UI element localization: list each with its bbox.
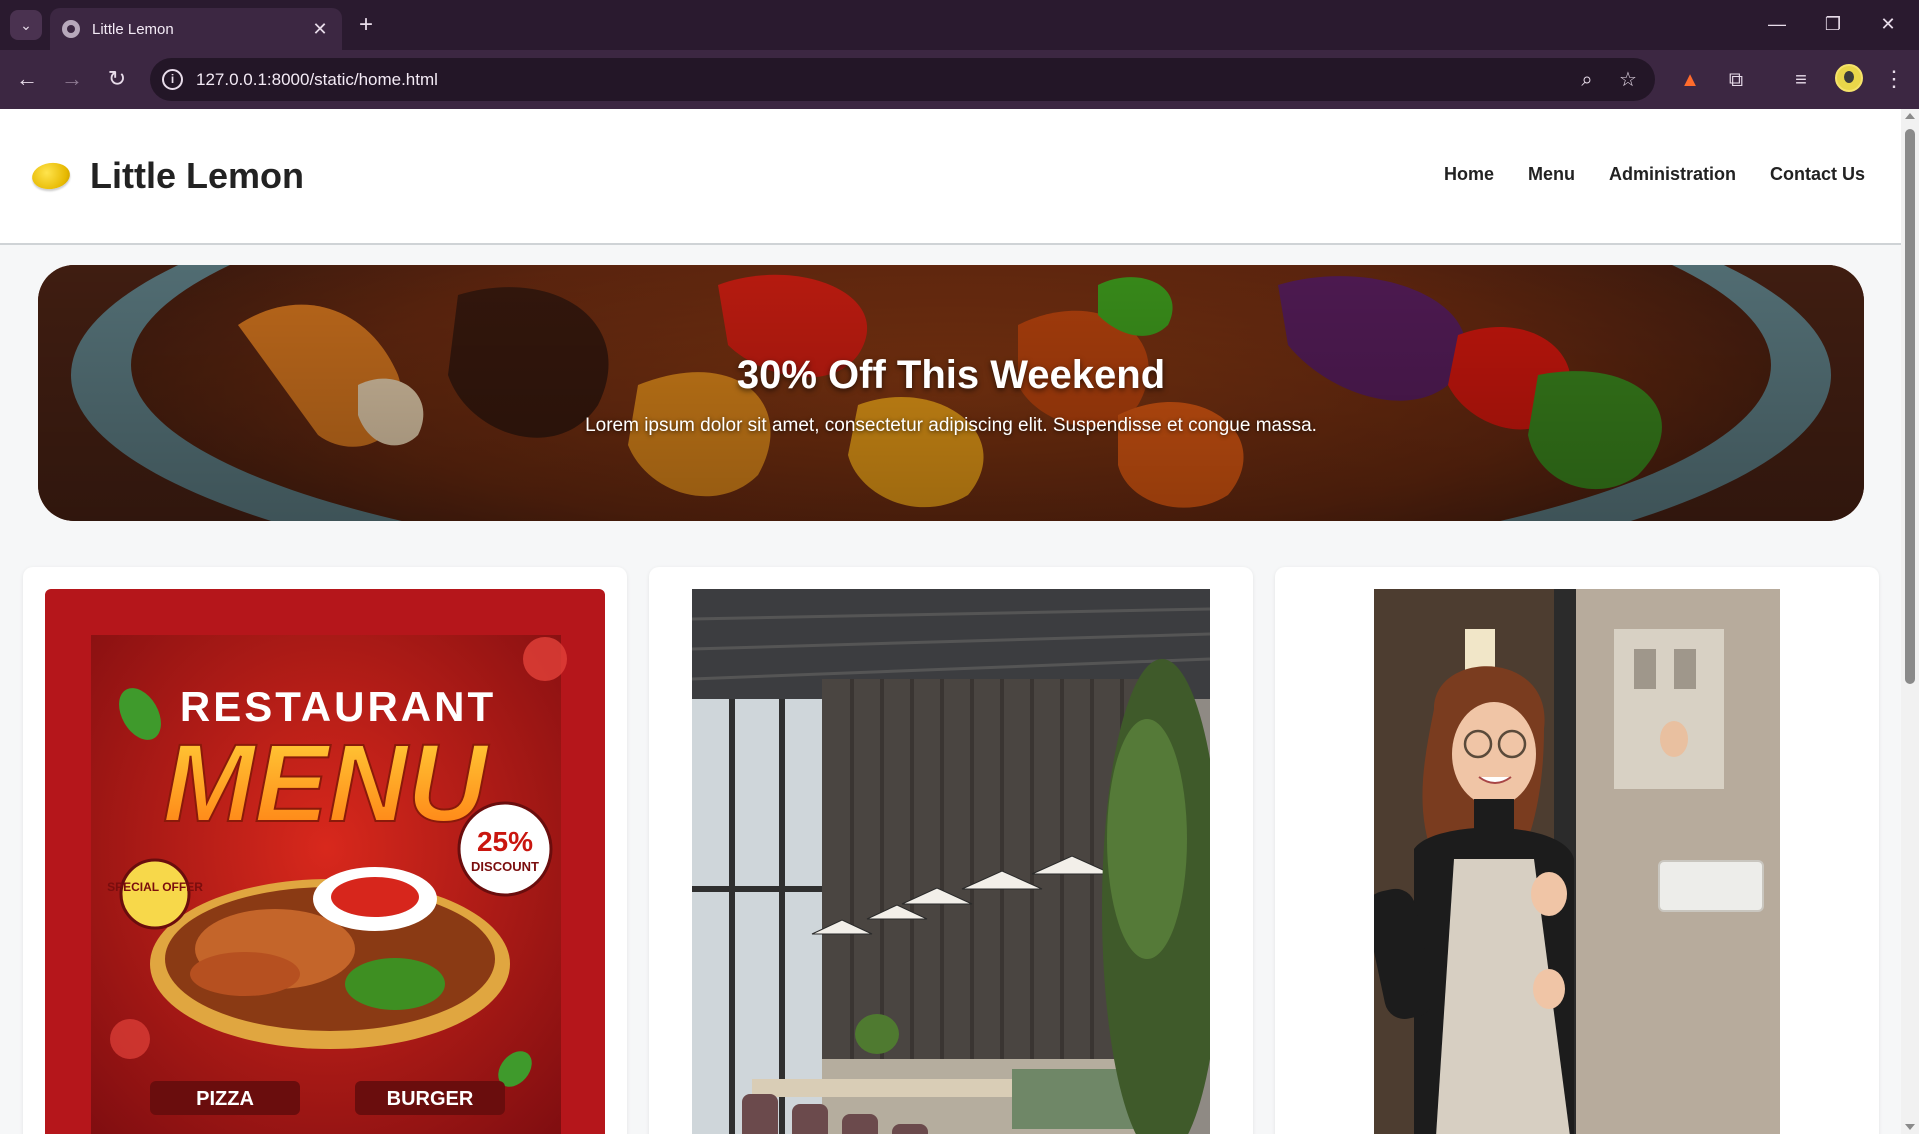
tab-close-icon[interactable]: ✕ [310, 19, 330, 40]
badge-discount-sub: DISCOUNT [471, 859, 539, 874]
back-icon[interactable]: ← [10, 62, 44, 96]
card-menu-poster[interactable]: RESTAURANT MENU SPECIAL OFFER 25% DISCOU… [23, 567, 627, 1134]
hero-text: Lorem ipsum dolor sit amet, consectetur … [585, 415, 1317, 436]
hero-title: 30% Off This Weekend [736, 353, 1166, 397]
lemon-logo-icon [30, 160, 72, 192]
minimize-icon[interactable]: — [1757, 8, 1797, 40]
scroll-thumb[interactable] [1905, 129, 1915, 684]
tab-title: Little Lemon [92, 20, 174, 38]
waitress-image [1374, 589, 1780, 1134]
brand-name: Little Lemon [90, 155, 304, 196]
brand[interactable]: Little Lemon [30, 155, 304, 197]
nav-administration[interactable]: Administration [1609, 164, 1736, 185]
scroll-up-icon[interactable] [1905, 113, 1915, 119]
nav-contact-us[interactable]: Contact Us [1770, 164, 1865, 185]
close-window-icon[interactable]: ✕ [1868, 8, 1908, 40]
card-open-sign[interactable] [1275, 567, 1879, 1134]
extensions-puzzle-icon[interactable]: ⧉ [1722, 66, 1750, 94]
browser-toolbar: ← → ↻ i 127.0.0.1:8000/static/home.html … [0, 50, 1919, 109]
reload-icon[interactable]: ↻ [100, 62, 134, 96]
tab-search-icon[interactable]: ⌄ [10, 10, 42, 40]
restaurant-interior-image [692, 589, 1210, 1134]
fox-extension-icon[interactable]: ▲ [1676, 66, 1704, 94]
scroll-down-icon[interactable] [1905, 1124, 1915, 1130]
main-nav: Home Menu Administration Contact Us [1444, 164, 1865, 185]
browser-chrome: ⌄ Little Lemon ✕ + — ❐ ✕ ← → ↻ i 127.0.0… [0, 0, 1919, 109]
globe-favicon-icon [62, 20, 80, 38]
browser-tab[interactable]: Little Lemon ✕ [50, 8, 342, 50]
restore-icon[interactable]: ❐ [1813, 8, 1853, 40]
badge-special: SPECIAL OFFER [107, 880, 203, 894]
more-menu-icon[interactable]: ⋮ [1880, 64, 1908, 94]
poster-title: MENU [163, 722, 489, 845]
card-restaurant-interior[interactable] [649, 567, 1253, 1134]
hero-banner: 30% Off This Weekend Lorem ipsum dolor s… [38, 265, 1864, 521]
url-text[interactable]: 127.0.0.1:8000/static/home.html [196, 70, 438, 90]
nav-home[interactable]: Home [1444, 164, 1494, 185]
menu-poster-image: RESTAURANT MENU SPECIAL OFFER 25% DISCOU… [45, 589, 605, 1134]
profile-avatar-icon[interactable] [1835, 64, 1863, 92]
bookmark-star-icon[interactable]: ☆ [1615, 67, 1641, 93]
nav-menu[interactable]: Menu [1528, 164, 1575, 185]
site-info-icon[interactable]: i [162, 69, 183, 90]
zoom-icon[interactable]: ⌕ [1574, 67, 1600, 93]
media-control-icon[interactable]: ≡ [1787, 66, 1815, 94]
tab-strip: ⌄ Little Lemon ✕ + — ❐ ✕ [0, 0, 1919, 50]
page-scrollbar[interactable] [1901, 109, 1919, 1134]
forward-icon[interactable]: → [55, 62, 89, 96]
badge-discount: 25% [477, 826, 533, 857]
poster-label-pizza: PIZZA [196, 1088, 254, 1110]
site-header: Little Lemon Home Menu Administration Co… [0, 109, 1901, 245]
new-tab-button[interactable]: + [352, 12, 380, 40]
address-bar[interactable]: i 127.0.0.1:8000/static/home.html ⌕ ☆ [150, 58, 1655, 101]
poster-label-burger: BURGER [387, 1088, 474, 1110]
page-viewport: Little Lemon Home Menu Administration Co… [0, 109, 1901, 1134]
